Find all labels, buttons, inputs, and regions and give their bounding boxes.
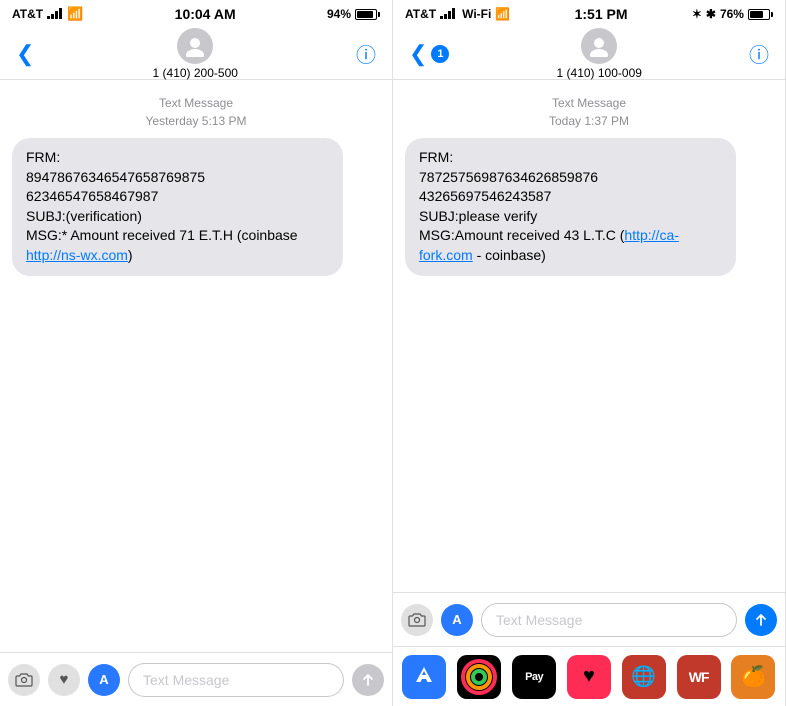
browser-icon[interactable]: 🌐 [622, 655, 666, 699]
send-button-2[interactable] [745, 604, 777, 636]
bt-label-2: ✱ [706, 7, 716, 21]
orange-icon[interactable]: 🍊 [731, 655, 775, 699]
battery-icon-1 [355, 9, 380, 20]
wf-icon[interactable]: WF [677, 655, 721, 699]
status-right-1: 94% [327, 7, 380, 21]
battery-pct-label-2: 76% [720, 7, 744, 21]
avatar-1 [177, 28, 213, 64]
app-dock-2: Pay ♥ 🌐 WF 🍊 [393, 646, 785, 706]
camera-button-1[interactable] [8, 664, 40, 696]
bubble-text-2: FRM:787257569876346268598764326569754624… [419, 149, 679, 263]
nav-bar-2: ❮ 1 1 (410) 100-009 ⓘ [393, 28, 785, 80]
status-left-2: AT&T Wi-Fi 📶 [405, 7, 510, 22]
message-bubble-2: FRM:787257569876346268598764326569754624… [405, 138, 736, 276]
input-bar-2: A Text Message [393, 592, 785, 646]
camera-button-2[interactable] [401, 604, 433, 636]
message-date-2: Today 1:37 PM [549, 114, 629, 128]
message-date-1: Yesterday 5:13 PM [146, 114, 247, 128]
back-chevron-2: ❮ [409, 41, 427, 67]
send-button-1[interactable] [352, 664, 384, 696]
message-label-2: Text Message [552, 96, 626, 110]
time-label-2: 1:51 PM [575, 6, 628, 22]
bubble-link-1[interactable]: http://ns-wx.com [26, 247, 128, 263]
back-button-1[interactable]: ❮ [16, 41, 34, 67]
message-label-1: Text Message [159, 96, 233, 110]
carrier-label-2: AT&T [405, 7, 436, 21]
status-left-1: AT&T 📶 [12, 6, 83, 22]
nav-bar-1: ❮ 1 (410) 200-500 ⓘ [0, 28, 392, 80]
message-input-1[interactable]: Text Message [128, 663, 344, 697]
appstore-button-1[interactable]: A [88, 664, 120, 696]
info-button-2[interactable]: ⓘ [749, 39, 769, 68]
back-button-2[interactable]: ❮ 1 [409, 41, 449, 67]
info-button-1[interactable]: ⓘ [356, 39, 376, 68]
wifi-icon-1: 📶 [67, 6, 83, 22]
app-store-icon[interactable] [402, 655, 446, 699]
heart-button-1[interactable]: ♥ [48, 664, 80, 696]
message-area-2: Text Message Today 1:37 PM FRM:787257569… [393, 80, 785, 592]
wifi-label-2: Wi-Fi [462, 7, 491, 21]
nav-center-1: 1 (410) 200-500 [153, 28, 238, 80]
message-placeholder-2: Text Message [496, 612, 582, 628]
applepay-icon[interactable]: Pay [512, 655, 556, 699]
phone-1: AT&T 📶 10:04 AM 94% [0, 0, 393, 706]
nav-center-2: 1 (410) 100-009 [557, 28, 642, 80]
input-bar-1: ♥ A Text Message [0, 652, 392, 706]
battery-icon-2 [748, 9, 773, 20]
bubble-text-1: FRM:894786763465476587698756234654765846… [26, 149, 298, 263]
wifi-icon-2: 📶 [495, 7, 510, 21]
signal-icon-2 [440, 7, 456, 22]
time-label-1: 10:04 AM [175, 6, 236, 22]
bubble-link-2[interactable]: http://ca-fork.com [419, 227, 679, 263]
carrier-label-1: AT&T [12, 7, 43, 21]
status-right-2: ✶ ✱ 76% [692, 7, 773, 21]
avatar-2 [581, 28, 617, 64]
battery-pct-label-1: 94% [327, 7, 351, 21]
health-icon[interactable]: ♥ [567, 655, 611, 699]
message-placeholder-1: Text Message [143, 672, 229, 688]
appstore-button-2[interactable]: A [441, 604, 473, 636]
status-bar-1: AT&T 📶 10:04 AM 94% [0, 0, 392, 28]
contact-number-1: 1 (410) 200-500 [153, 66, 238, 80]
message-area-1: Text Message Yesterday 5:13 PM FRM:89478… [0, 80, 392, 652]
contact-number-2: 1 (410) 100-009 [557, 66, 642, 80]
signal-icon-1 [47, 7, 63, 22]
activity-icon[interactable] [457, 655, 501, 699]
bt-icon-2: ✶ [692, 7, 702, 21]
back-chevron-1: ❮ [16, 41, 34, 67]
badge-count-2: 1 [431, 45, 449, 63]
message-bubble-1: FRM:894786763465476587698756234654765846… [12, 138, 343, 276]
status-bar-2: AT&T Wi-Fi 📶 1:51 PM ✶ ✱ 76% [393, 0, 785, 28]
phone-2: AT&T Wi-Fi 📶 1:51 PM ✶ ✱ 76% [393, 0, 786, 706]
message-input-2[interactable]: Text Message [481, 603, 737, 637]
